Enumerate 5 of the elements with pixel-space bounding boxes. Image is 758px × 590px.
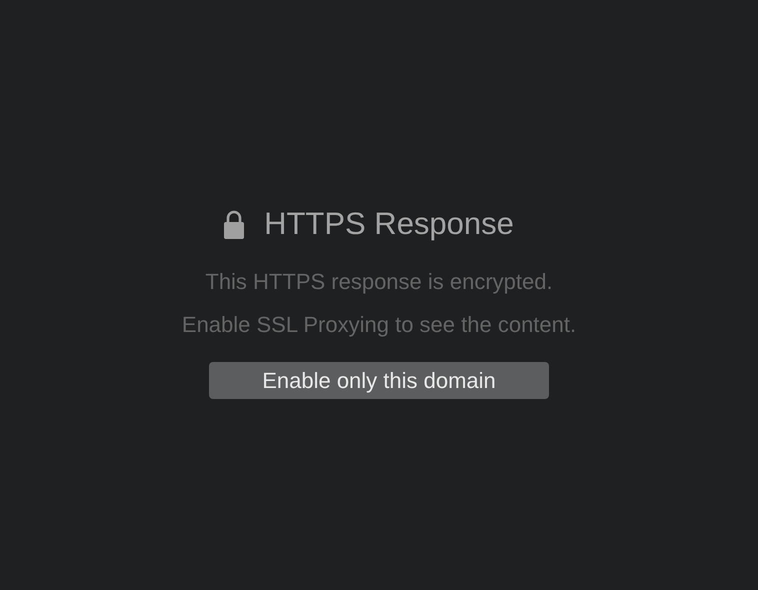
lock-icon xyxy=(224,210,244,238)
message-text: Enable SSL Proxying to see the content. xyxy=(182,311,576,339)
message-text: This HTTPS response is encrypted. xyxy=(205,268,553,296)
enable-domain-button[interactable]: Enable only this domain xyxy=(209,362,549,399)
title: HTTPS Response xyxy=(264,206,514,242)
